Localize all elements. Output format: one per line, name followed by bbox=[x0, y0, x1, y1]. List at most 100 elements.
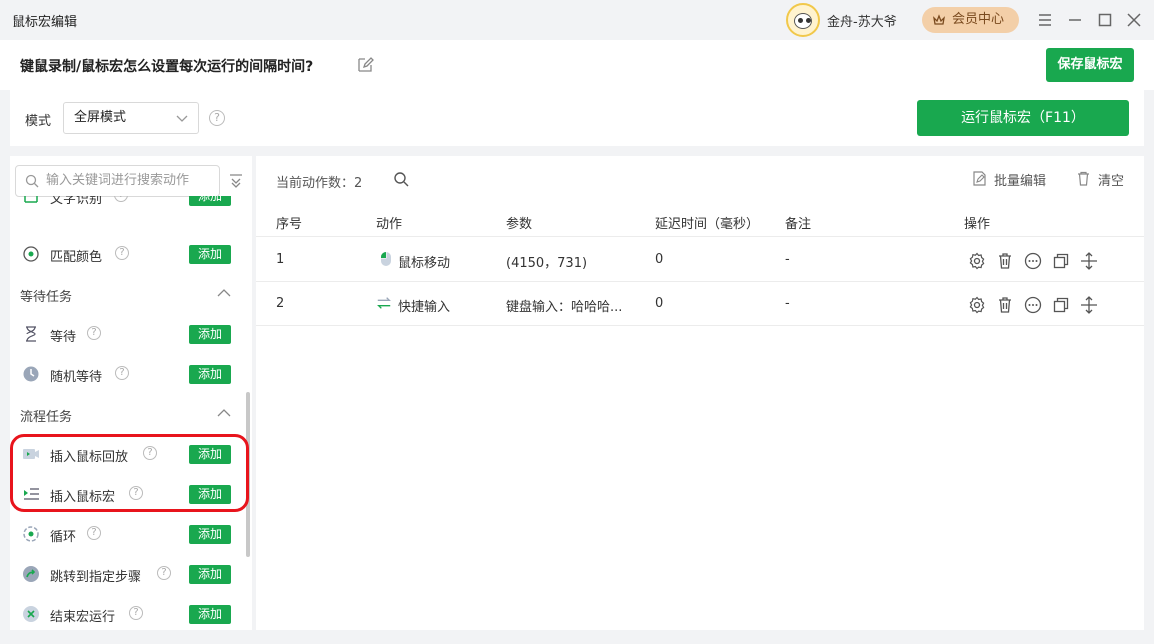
move-icon[interactable] bbox=[1080, 252, 1098, 270]
help-icon[interactable]: ? bbox=[87, 326, 101, 340]
trash-icon bbox=[1078, 171, 1089, 186]
section-flow-tasks[interactable]: 流程任务 bbox=[10, 394, 242, 434]
add-button[interactable]: 添加 bbox=[189, 245, 231, 264]
help-icon[interactable]: ? bbox=[114, 196, 128, 202]
action-list-panel: 当前动作数：2 批量编辑 清空 序号 动作 参数 延迟时间（毫秒） 备注 操作 … bbox=[256, 156, 1144, 630]
clear-button[interactable]: 清空 bbox=[1076, 170, 1124, 189]
edit-icon[interactable] bbox=[356, 56, 374, 74]
mode-select-value: 全屏模式 bbox=[74, 110, 127, 125]
clear-label: 清空 bbox=[1098, 174, 1125, 189]
mouse-icon bbox=[381, 252, 391, 266]
add-button[interactable]: 添加 bbox=[189, 565, 231, 584]
row-note: - bbox=[785, 296, 790, 311]
column-header-action: 动作 bbox=[376, 217, 403, 232]
add-button[interactable]: 添加 bbox=[189, 325, 231, 344]
row-note: - bbox=[785, 252, 790, 267]
vip-center-label: 会员中心 bbox=[952, 12, 1005, 27]
settings-icon[interactable] bbox=[968, 296, 986, 314]
delete-icon[interactable] bbox=[996, 296, 1014, 314]
mode-bar: 模式 全屏模式 ? 运行鼠标宏（F11） bbox=[10, 90, 1144, 146]
add-button[interactable]: 添加 bbox=[189, 365, 231, 384]
row-delay: 0 bbox=[655, 296, 664, 311]
crown-icon bbox=[933, 14, 945, 25]
macro-name-bar: 键鼠录制/鼠标宏怎么设置每次运行的间隔时间? 保存鼠标宏 bbox=[0, 40, 1154, 90]
sidebar-item-label: 插入鼠标宏 bbox=[50, 490, 116, 505]
batch-edit-label: 批量编辑 bbox=[994, 174, 1047, 189]
loop-icon bbox=[23, 526, 39, 542]
column-header-note: 备注 bbox=[785, 217, 812, 232]
sidebar-item-label: 循环 bbox=[50, 530, 77, 545]
help-icon[interactable]: ? bbox=[157, 566, 171, 580]
help-icon[interactable]: ? bbox=[115, 246, 129, 260]
sidebar-item-end-macro[interactable]: 结束宏运行 ? 添加 bbox=[10, 594, 242, 630]
delete-icon[interactable] bbox=[996, 252, 1014, 270]
row-param: 键盘输入：哈哈哈... bbox=[506, 300, 623, 315]
collapse-all-icon[interactable] bbox=[228, 172, 244, 188]
sidebar-item-loop[interactable]: 循环 ? 添加 bbox=[10, 514, 242, 554]
minimize-icon[interactable] bbox=[1065, 10, 1085, 30]
list-play-icon bbox=[24, 488, 39, 500]
row-index: 1 bbox=[276, 252, 285, 267]
add-button[interactable]: 添加 bbox=[189, 196, 231, 206]
action-sidebar: 输入关键词进行搜索动作 文字识别 ? 添加 匹配颜色 ? 添加 等待任务 bbox=[10, 156, 252, 630]
settings-icon[interactable] bbox=[968, 252, 986, 270]
chevron-up-icon bbox=[217, 409, 231, 417]
stop-icon bbox=[23, 606, 39, 622]
batch-edit-icon bbox=[973, 171, 986, 186]
sidebar-item-label: 随机等待 bbox=[50, 370, 103, 385]
sidebar-item-color-match[interactable]: 匹配颜色 ? 添加 bbox=[10, 234, 242, 274]
table-row[interactable]: 2 快捷输入 键盘输入：哈哈哈... 0 - bbox=[256, 282, 1144, 326]
clock-icon bbox=[23, 366, 39, 382]
help-icon[interactable]: ? bbox=[115, 366, 129, 380]
row-action: 快捷输入 bbox=[398, 300, 451, 315]
sidebar-item-insert-mouse-playback[interactable]: 插入鼠标回放 ? 添加 bbox=[10, 434, 242, 474]
column-header-delay: 延迟时间（毫秒） bbox=[655, 217, 760, 232]
chevron-up-icon bbox=[217, 289, 231, 297]
more-icon[interactable] bbox=[1024, 252, 1042, 270]
add-button[interactable]: 添加 bbox=[189, 605, 231, 624]
sidebar-item-label: 结束宏运行 bbox=[50, 610, 116, 625]
avatar[interactable] bbox=[786, 3, 820, 37]
user-name[interactable]: 金舟-苏大爷 bbox=[827, 11, 897, 30]
batch-edit-button[interactable]: 批量编辑 bbox=[972, 170, 1046, 189]
title-bar: 鼠标宏编辑 金舟-苏大爷 会员中心 bbox=[0, 0, 1154, 40]
help-icon[interactable]: ? bbox=[129, 486, 143, 500]
copy-icon[interactable] bbox=[1052, 252, 1070, 270]
sidebar-item-label: 插入鼠标回放 bbox=[50, 450, 129, 465]
sidebar-item-text-recognition[interactable]: 文字识别 ? 添加 bbox=[10, 196, 242, 226]
row-param: (4150，731) bbox=[506, 256, 588, 271]
column-header-operations: 操作 bbox=[964, 217, 991, 232]
help-icon[interactable]: ? bbox=[143, 446, 157, 460]
column-header-index: 序号 bbox=[276, 217, 303, 232]
sidebar-scrollbar[interactable] bbox=[246, 392, 250, 557]
close-icon[interactable] bbox=[1124, 10, 1144, 30]
add-button[interactable]: 添加 bbox=[189, 525, 231, 544]
sidebar-item-jump-to-step[interactable]: 跳转到指定步骤 ? 添加 bbox=[10, 554, 242, 594]
sidebar-item-insert-mouse-macro[interactable]: 插入鼠标宏 ? 添加 bbox=[10, 474, 242, 514]
search-icon[interactable] bbox=[393, 171, 409, 187]
sidebar-item-wait[interactable]: 等待 ? 添加 bbox=[10, 314, 242, 354]
action-search-input[interactable]: 输入关键词进行搜索动作 bbox=[15, 165, 220, 197]
move-icon[interactable] bbox=[1080, 296, 1098, 314]
save-macro-button[interactable]: 保存鼠标宏 bbox=[1046, 48, 1134, 82]
row-delay: 0 bbox=[655, 252, 664, 267]
section-wait-tasks[interactable]: 等待任务 bbox=[10, 274, 242, 314]
header-divider bbox=[256, 236, 1144, 237]
vip-center-button[interactable]: 会员中心 bbox=[922, 7, 1019, 33]
help-icon[interactable]: ? bbox=[87, 526, 101, 540]
run-macro-button[interactable]: 运行鼠标宏（F11） bbox=[917, 100, 1129, 136]
add-button[interactable]: 添加 bbox=[189, 485, 231, 504]
action-count: 当前动作数：2 bbox=[276, 176, 363, 191]
mode-select[interactable]: 全屏模式 bbox=[63, 102, 199, 134]
menu-icon[interactable] bbox=[1035, 10, 1055, 30]
search-icon bbox=[25, 174, 39, 188]
maximize-icon[interactable] bbox=[1095, 10, 1115, 30]
video-icon bbox=[23, 449, 39, 459]
help-icon[interactable]: ? bbox=[129, 606, 143, 620]
add-button[interactable]: 添加 bbox=[189, 445, 231, 464]
sidebar-item-random-wait[interactable]: 随机等待 ? 添加 bbox=[10, 354, 242, 394]
copy-icon[interactable] bbox=[1052, 296, 1070, 314]
more-icon[interactable] bbox=[1024, 296, 1042, 314]
table-row[interactable]: 1 鼠标移动 (4150，731) 0 - bbox=[256, 238, 1144, 282]
mode-help-icon[interactable]: ? bbox=[209, 110, 225, 126]
